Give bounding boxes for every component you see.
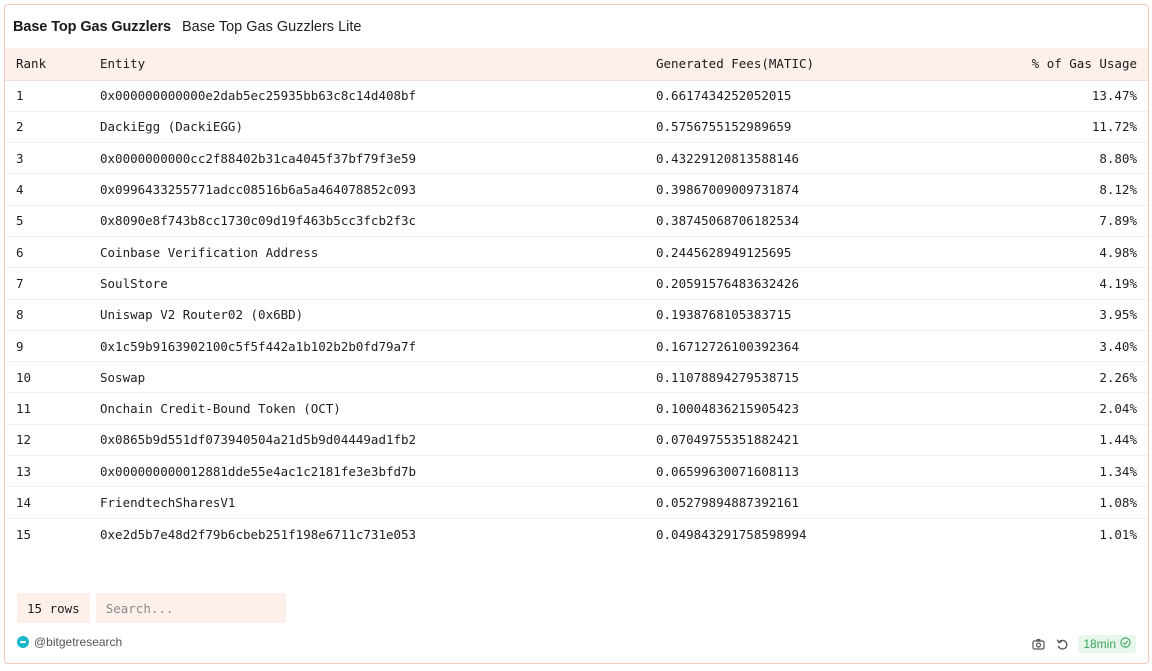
cell-entity: Coinbase Verification Address (100, 244, 319, 260)
cell-rank: 8 (16, 307, 24, 323)
cell-rank: 1 (16, 88, 24, 104)
cell-fees: 0.11078894279538715 (656, 369, 799, 385)
table-header-row: Rank Entity Generated Fees(MATIC) % of G… (5, 48, 1148, 81)
cell-rank: 7 (16, 275, 24, 291)
table-row[interactable]: 9 0x1c59b9163902100c5f5f442a1b102b2b0fd79… (5, 330, 1148, 362)
refresh-icon[interactable] (1054, 636, 1070, 652)
cell-gas-usage: 11.72% (1091, 119, 1137, 135)
table-row[interactable]: 8 Uniswap V2 Router02 (0x6BD) 0.1938768105… (5, 299, 1148, 331)
cell-rank: 11 (16, 401, 32, 417)
cell-gas-usage: 3.40% (1099, 338, 1137, 354)
column-header-entity[interactable]: Entity (100, 48, 656, 81)
cell-entity: 0x0000000000cc2f88402b31ca4045f37bf79f3e… (100, 150, 417, 166)
cell-fees: 0.2445628949125695 (656, 244, 792, 260)
cell-gas-usage: 1.01% (1099, 526, 1137, 542)
cell-rank: 5 (16, 213, 24, 229)
cell-rank: 14 (16, 495, 32, 510)
cell-rank: 9 (16, 338, 24, 354)
cell-rank: 15 (16, 526, 32, 542)
results-table-wrapper: Rank Entity Generated Fees(MATIC) % of G… (5, 48, 1148, 549)
cell-entity: 0x0996433255771adcc08516b6a5a464078852c0… (100, 182, 417, 198)
column-header-fees[interactable]: Generated Fees(MATIC) (656, 48, 966, 81)
table-row[interactable]: 3 0x0000000000cc2f88402b31ca4045f37bf79f3… (5, 143, 1148, 174)
cell-fees: 0.39867009009731874 (656, 182, 799, 198)
cell-entity: Uniswap V2 Router02 (0x6BD) (100, 307, 304, 323)
camera-icon[interactable] (1030, 636, 1046, 652)
table-row[interactable]: 4 0x0996433255771adcc08516b6a5a464078852c… (5, 174, 1148, 206)
query-title[interactable]: Base Top Gas Guzzlers Lite (182, 19, 361, 35)
table-row[interactable]: 12 0x0865b9d551df073940504a21d5b9d04449ad… (5, 424, 1148, 456)
cell-fees: 0.20591576483632426 (656, 275, 799, 291)
cell-rank: 13 (16, 463, 32, 479)
cell-fees: 0.16712726100392364 (656, 338, 799, 354)
cell-fees: 0.06599630071608113 (656, 463, 799, 479)
author-name[interactable]: @bitgetresearch (34, 635, 122, 649)
freshness-badge: 18min (1078, 635, 1136, 653)
cell-entity: 0x0865b9d551df073940504a21d5b9d04449ad1f… (100, 432, 417, 448)
search-input[interactable] (95, 593, 286, 623)
footer-tools: 18min (1030, 635, 1136, 653)
column-header-gas-usage[interactable]: % of Gas Usage (966, 48, 1148, 81)
table-body: 1 0x000000000000e2dab5ec25935bb63c8c14d40… (5, 80, 1148, 549)
cell-fees: 0.10004836215905423 (656, 401, 799, 417)
query-result-card: Base Top Gas Guzzlers Base Top Gas Guzzl… (4, 4, 1149, 664)
table-row[interactable]: 7 SoulStore 0.20591576483632426 4.19% (5, 268, 1148, 300)
cell-gas-usage: 3.95% (1099, 307, 1137, 323)
cell-entity: 0x1c59b9163902100c5f5f442a1b102b2b0fd79a… (100, 338, 417, 354)
cell-gas-usage: 1.34% (1099, 463, 1137, 479)
cell-gas-usage: 8.80% (1099, 150, 1137, 166)
avatar-icon (17, 636, 29, 648)
cell-entity: 0x000000000000e2dab5ec25935bb63c8c14d408… (100, 88, 417, 104)
cell-gas-usage: 4.98% (1099, 244, 1137, 260)
cell-rank: 12 (16, 432, 32, 448)
cell-gas-usage: 1.44% (1099, 432, 1137, 448)
cell-entity: DackiEgg (DackiEGG) (100, 119, 243, 135)
table-controls: 15 rows (17, 593, 286, 623)
cell-gas-usage: 2.26% (1099, 369, 1137, 385)
cell-entity: FriendtechSharesV1 (100, 495, 236, 510)
cell-fees: 0.049843291758598994 (656, 526, 807, 542)
cell-rank: 4 (16, 182, 24, 198)
cell-fees: 0.38745068706182534 (656, 213, 799, 229)
table-row[interactable]: 10 Soswap 0.11078894279538715 2.26% (5, 362, 1148, 393)
table-row[interactable]: 2 DackiEgg (DackiEGG) 0.5756755152989659 11… (5, 111, 1148, 143)
table-row[interactable]: 11 Onchain Credit-Bound Token (OCT) 0.1000… (5, 393, 1148, 425)
table-row[interactable]: 15 0xe2d5b7e48d2f79b6cbeb251f198e6711c731… (5, 518, 1148, 549)
table-row[interactable]: 13 0x000000000012881dde55e4ac1c2181fe3e3b… (5, 456, 1148, 487)
cell-fees: 0.6617434252052015 (656, 88, 792, 104)
author-attribution[interactable]: @bitgetresearch (17, 635, 122, 649)
row-count-badge: 15 rows (17, 593, 90, 623)
cell-entity: Soswap (100, 369, 146, 385)
cell-rank: 6 (16, 244, 24, 260)
cell-gas-usage: 2.04% (1099, 401, 1137, 417)
cell-gas-usage: 1.08% (1099, 495, 1137, 510)
cell-entity: 0x000000000012881dde55e4ac1c2181fe3e3bfd… (100, 463, 417, 479)
check-circle-icon (1120, 637, 1131, 651)
cell-entity: Onchain Credit-Bound Token (OCT) (100, 401, 341, 417)
cell-gas-usage: 8.12% (1099, 182, 1137, 198)
cell-entity: 0xe2d5b7e48d2f79b6cbeb251f198e6711c731e0… (100, 526, 417, 542)
table-row[interactable]: 6 Coinbase Verification Address 0.24456289… (5, 236, 1148, 268)
refresh-age: 18min (1083, 637, 1116, 651)
table-row[interactable]: 14 FriendtechSharesV1 0.05279894887392161 1… (5, 487, 1148, 519)
cell-gas-usage: 4.19% (1099, 275, 1137, 291)
cell-entity: 0x8090e8f743b8cc1730c09d19f463b5cc3fcb2f… (100, 213, 417, 229)
cell-rank: 3 (16, 150, 24, 166)
cell-gas-usage: 13.47% (1091, 88, 1137, 104)
title-bar: Base Top Gas Guzzlers Base Top Gas Guzzl… (13, 19, 361, 39)
cell-rank: 10 (16, 369, 32, 385)
results-table: Rank Entity Generated Fees(MATIC) % of G… (5, 48, 1148, 549)
cell-fees: 0.5756755152989659 (656, 119, 792, 135)
cell-gas-usage: 7.89% (1099, 213, 1137, 229)
cell-rank: 2 (16, 119, 24, 135)
table-row[interactable]: 5 0x8090e8f743b8cc1730c09d19f463b5cc3fcb2… (5, 205, 1148, 237)
cell-fees: 0.07049755351882421 (656, 432, 799, 448)
cell-entity: SoulStore (100, 275, 168, 291)
column-header-rank[interactable]: Rank (5, 48, 100, 81)
cell-fees: 0.1938768105383715 (656, 307, 792, 323)
table-row[interactable]: 1 0x000000000000e2dab5ec25935bb63c8c14d40… (5, 80, 1148, 112)
visualization-title: Base Top Gas Guzzlers (13, 19, 171, 35)
cell-fees: 0.43229120813588146 (656, 150, 799, 166)
cell-fees: 0.05279894887392161 (656, 495, 799, 510)
